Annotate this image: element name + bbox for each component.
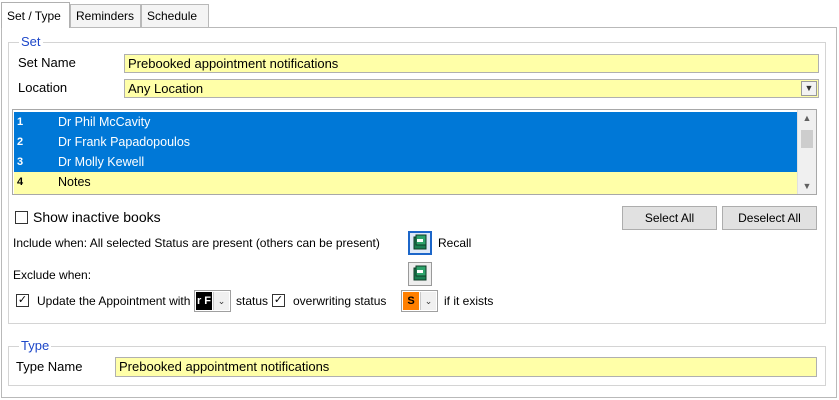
list-item[interactable]: 3 Dr Molly Kewell: [14, 152, 797, 172]
update-status-code: r F: [196, 292, 212, 310]
location-value: Any Location: [128, 81, 204, 96]
type-name-input[interactable]: Prebooked appointment notifications: [115, 357, 817, 377]
book-name: Notes: [58, 175, 91, 189]
book-number: 3: [17, 156, 24, 168]
location-label: Location: [18, 80, 68, 95]
select-all-button[interactable]: Select All: [622, 206, 717, 230]
chevron-down-icon[interactable]: ⌄: [213, 292, 229, 310]
books-list[interactable]: 1 Dr Phil McCavity 2 Dr Frank Papadopoul…: [12, 109, 817, 195]
include-status-button[interactable]: [408, 231, 432, 255]
if-exists-label: if it exists: [444, 294, 494, 308]
book-number: 4: [17, 176, 24, 188]
exclude-when-label: Exclude when:: [13, 268, 92, 282]
list-item[interactable]: 2 Dr Frank Papadopoulos: [14, 132, 797, 152]
type-group-legend: Type: [19, 338, 52, 353]
show-inactive-label: Show inactive books: [33, 209, 161, 225]
overwriting-status-checkbox[interactable]: ✓: [272, 294, 285, 307]
list-item[interactable]: 4 Notes: [14, 171, 797, 194]
scroll-up-icon[interactable]: ▲: [798, 110, 816, 126]
book-stack-icon: [413, 234, 427, 250]
scroll-down-icon[interactable]: ▼: [798, 178, 816, 194]
set-name-input[interactable]: Prebooked appointment notifications: [124, 54, 819, 73]
book-name: Dr Phil McCavity: [58, 115, 151, 129]
book-stack-icon: [413, 265, 427, 281]
overwrite-status-code: S: [403, 292, 419, 310]
show-inactive-checkbox[interactable]: [15, 211, 28, 224]
update-appointment-checkbox[interactable]: ✓: [16, 294, 29, 307]
type-name-label: Type Name: [16, 359, 83, 374]
list-scrollbar[interactable]: ▲ ▼: [797, 110, 816, 194]
set-group-legend: Set: [19, 34, 43, 49]
update-status-select[interactable]: r F ⌄: [194, 290, 231, 312]
tab-set-type[interactable]: Set / Type: [1, 2, 70, 28]
book-name: Dr Frank Papadopoulos: [58, 135, 191, 149]
tab-schedule[interactable]: Schedule: [141, 4, 209, 28]
book-number: 1: [17, 116, 24, 128]
status-label: status: [236, 294, 269, 308]
exclude-status-button[interactable]: [408, 262, 432, 286]
chevron-down-icon[interactable]: ▼: [801, 81, 817, 96]
set-name-label: Set Name: [18, 55, 76, 70]
tab-reminders[interactable]: Reminders: [70, 4, 141, 28]
scrollbar-thumb[interactable]: [801, 130, 813, 148]
update-appointment-label: Update the Appointment with: [37, 294, 191, 308]
include-when-label: Include when: All selected Status are pr…: [13, 236, 380, 250]
book-number: 2: [17, 136, 24, 148]
overwriting-status-label: overwriting status: [293, 294, 387, 308]
chevron-down-icon[interactable]: ⌄: [420, 292, 436, 310]
tab-strip: Set / Type Reminders Schedule: [0, 2, 839, 28]
recall-label: Recall: [438, 236, 472, 250]
deselect-all-button[interactable]: Deselect All: [722, 206, 817, 230]
location-select[interactable]: Any Location ▼: [124, 79, 819, 98]
overwrite-status-select[interactable]: S ⌄: [401, 290, 438, 312]
list-item[interactable]: 1 Dr Phil McCavity: [14, 112, 797, 132]
book-name: Dr Molly Kewell: [58, 155, 145, 169]
